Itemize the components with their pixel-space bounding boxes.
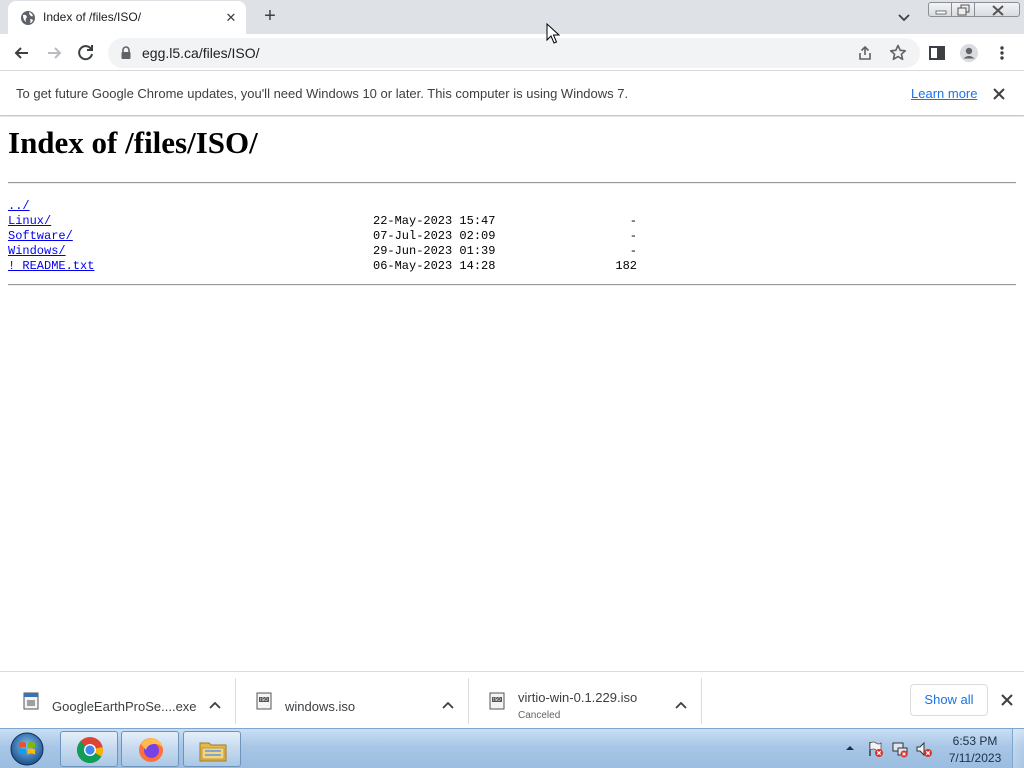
profile-button[interactable] [956, 40, 982, 66]
download-filename: virtio-win-0.1.229.iso [518, 690, 638, 705]
window-minimize-button[interactable] [928, 2, 952, 17]
download-shelf-close-icon[interactable] [998, 691, 1016, 709]
entry-size: - [629, 229, 637, 243]
chevron-up-icon[interactable] [673, 697, 689, 713]
action-center-flag-icon[interactable] [866, 740, 884, 758]
screen: Index of /files/ISO/ ✕ + egg.l5.ca/files… [0, 0, 1024, 768]
parent-directory-link[interactable]: ../ [8, 199, 30, 213]
listing-row-parent: ../ [8, 199, 1016, 214]
tab-close-icon[interactable]: ✕ [222, 9, 240, 27]
page-content: Index of /files/ISO/ ../ Linux/ 22-May-2… [0, 117, 1024, 671]
listing-row: Linux/ 22-May-2023 15:47 - [8, 214, 1016, 229]
windows-taskbar: 6:53 PM 7/11/2023 [0, 728, 1024, 768]
browser-tab[interactable]: Index of /files/ISO/ ✕ [8, 1, 246, 34]
volume-muted-icon[interactable] [915, 740, 933, 758]
tab-title: Index of /files/ISO/ [43, 10, 142, 24]
bookmark-star-icon[interactable] [888, 43, 908, 63]
side-panel-icon [929, 46, 945, 60]
entry-date: 22-May-2023 15:47 [373, 214, 496, 228]
globe-icon [21, 11, 35, 25]
executable-file-icon [23, 692, 39, 710]
taskbar-clock-date[interactable]: 7/11/2023 [940, 751, 1010, 765]
taskbar-explorer-button[interactable] [183, 731, 241, 767]
tab-strip: Index of /files/ISO/ ✕ + [0, 0, 1024, 34]
divider-bottom [8, 284, 1016, 286]
entry-size: - [629, 214, 637, 228]
entry-size: 182 [615, 259, 637, 273]
window-restore-button[interactable] [951, 2, 975, 17]
tab-search-chevron-icon[interactable] [894, 7, 914, 27]
mouse-pointer-icon [546, 23, 560, 44]
infobar-message: To get future Google Chrome updates, you… [16, 86, 629, 101]
iso-file-icon: ISO [256, 692, 272, 710]
page-title: Index of /files/ISO/ [8, 125, 258, 160]
entry-link-software[interactable]: Software/ [8, 229, 73, 243]
firefox-logo-icon [139, 738, 163, 762]
listing-row: ! README.txt 06-May-2023 14:28 182 [8, 259, 1016, 274]
profile-avatar-icon [960, 44, 978, 62]
window-close-button[interactable] [974, 2, 1020, 17]
iso-file-icon: ISO [489, 692, 505, 710]
back-arrow-icon [14, 47, 28, 59]
svg-text:ISO: ISO [493, 697, 501, 703]
forward-button[interactable] [41, 40, 67, 66]
url-text[interactable]: egg.l5.ca/files/ISO/ [142, 45, 260, 61]
side-panel-button[interactable] [924, 40, 950, 66]
show-desktop-button[interactable] [1012, 729, 1024, 768]
chrome-menu-button[interactable] [989, 40, 1015, 66]
entry-date: 06-May-2023 14:28 [373, 259, 496, 273]
share-icon[interactable] [856, 44, 874, 62]
entry-size: - [629, 244, 637, 258]
kebab-menu-icon [1000, 46, 1004, 60]
listing-row: Windows/ 29-Jun-2023 01:39 - [8, 244, 1016, 259]
update-infobar: To get future Google Chrome updates, you… [0, 71, 1024, 116]
chevron-up-icon[interactable] [440, 697, 456, 713]
svg-text:ISO: ISO [260, 697, 268, 703]
directory-listing: ../ Linux/ 22-May-2023 15:47 - Software/… [8, 199, 1016, 274]
tray-overflow-arrow-icon[interactable] [845, 743, 855, 753]
browser-toolbar: egg.l5.ca/files/ISO/ [0, 34, 1024, 71]
download-item[interactable]: GoogleEarthProSe....exe [3, 678, 236, 724]
taskbar-chrome-button[interactable] [60, 731, 118, 767]
forward-arrow-icon [48, 47, 62, 59]
download-filename: windows.iso [285, 699, 356, 714]
download-shelf: GoogleEarthProSe....exe ISO windows.iso … [0, 671, 1024, 728]
divider-top [8, 182, 1016, 184]
new-tab-button[interactable]: + [258, 5, 282, 29]
listing-row: Software/ 07-Jul-2023 02:09 - [8, 229, 1016, 244]
windows-start-orb-icon[interactable] [4, 731, 50, 767]
download-item[interactable]: ISO virtio-win-0.1.229.iso Canceled [469, 678, 702, 724]
infobar-close-icon[interactable] [990, 85, 1008, 103]
entry-link-windows[interactable]: Windows/ [8, 244, 66, 258]
entry-link-linux[interactable]: Linux/ [8, 214, 51, 228]
taskbar-firefox-button[interactable] [121, 731, 179, 767]
lock-icon[interactable] [120, 46, 132, 60]
learn-more-link[interactable]: Learn more [911, 86, 977, 101]
entry-date: 07-Jul-2023 02:09 [373, 229, 496, 243]
chrome-logo-icon [77, 737, 103, 764]
taskbar-clock-time[interactable]: 6:53 PM [940, 734, 1010, 748]
reload-icon [78, 45, 93, 61]
network-icon[interactable] [891, 740, 909, 758]
entry-date: 29-Jun-2023 01:39 [373, 244, 496, 258]
show-all-downloads-button[interactable]: Show all [910, 684, 988, 716]
chevron-up-icon[interactable] [207, 697, 223, 713]
back-button[interactable] [9, 40, 35, 66]
address-bar[interactable]: egg.l5.ca/files/ISO/ [108, 38, 920, 68]
entry-link-readme[interactable]: ! README.txt [8, 259, 94, 273]
download-status: Canceled [518, 710, 561, 721]
reload-button[interactable] [73, 40, 99, 66]
file-explorer-folder-icon [199, 742, 227, 762]
download-filename: GoogleEarthProSe....exe [52, 699, 197, 714]
download-item[interactable]: ISO windows.iso [236, 678, 469, 724]
